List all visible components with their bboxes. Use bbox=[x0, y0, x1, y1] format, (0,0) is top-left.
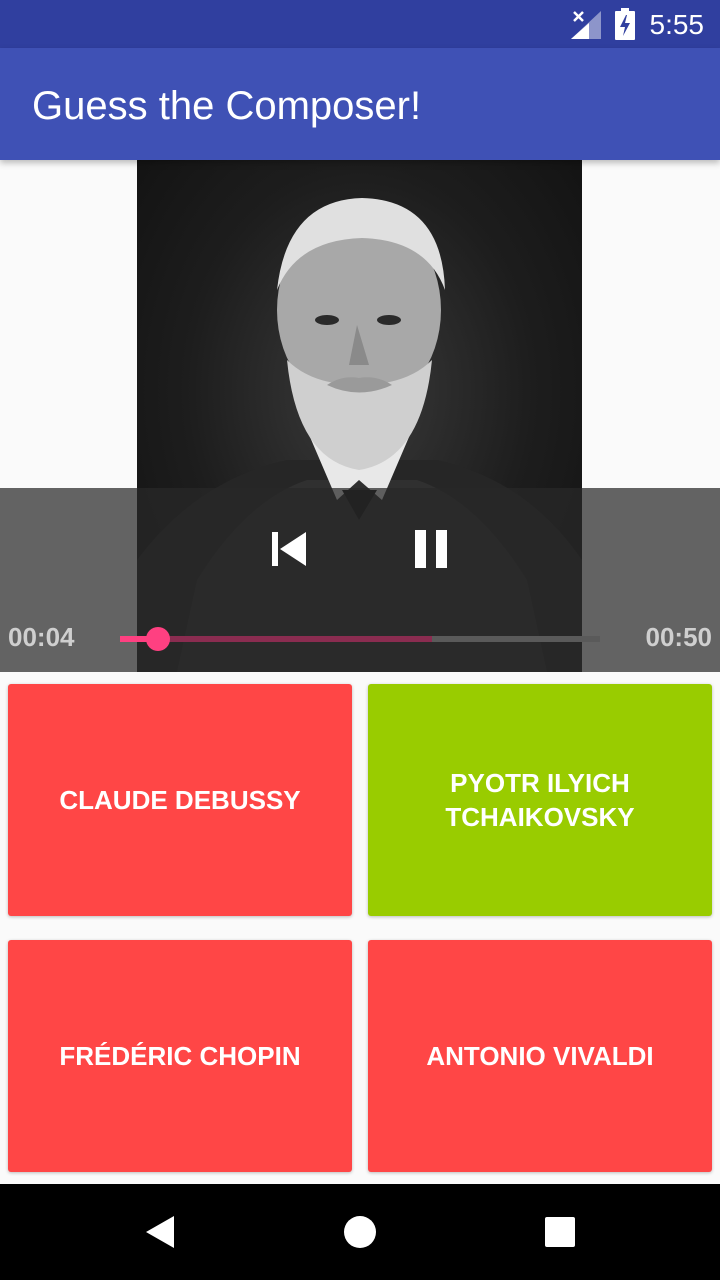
recents-icon[interactable] bbox=[545, 1217, 575, 1247]
skip-previous-icon[interactable] bbox=[266, 526, 312, 572]
answer-button-chopin[interactable]: FRÉDÉRIC CHOPIN bbox=[8, 940, 352, 1172]
battery-charging-icon bbox=[615, 8, 635, 40]
elapsed-time: 00:04 bbox=[8, 622, 75, 652]
seek-bar[interactable] bbox=[120, 627, 600, 651]
answer-button-tchaikovsky[interactable]: PYOTR ILYICH TCHAIKOVSKY bbox=[368, 684, 712, 916]
pause-icon[interactable] bbox=[408, 524, 454, 574]
signal-icon bbox=[571, 11, 601, 39]
status-bar: 5:55 bbox=[0, 0, 720, 48]
clock: 5:55 bbox=[649, 9, 705, 40]
media-controls: 00:04 00:50 bbox=[0, 488, 720, 672]
total-duration: 00:50 bbox=[645, 622, 713, 652]
answer-button-vivaldi[interactable]: ANTONIO VIVALDI bbox=[368, 940, 712, 1172]
home-icon[interactable] bbox=[344, 1216, 376, 1248]
page-title: Guess the Composer! bbox=[32, 84, 422, 128]
app-bar: Guess the Composer! bbox=[0, 48, 720, 160]
back-icon[interactable] bbox=[144, 1214, 176, 1250]
answer-button-debussy[interactable]: CLAUDE DEBUSSY bbox=[8, 684, 352, 916]
seek-bar-thumb[interactable] bbox=[146, 627, 171, 651]
